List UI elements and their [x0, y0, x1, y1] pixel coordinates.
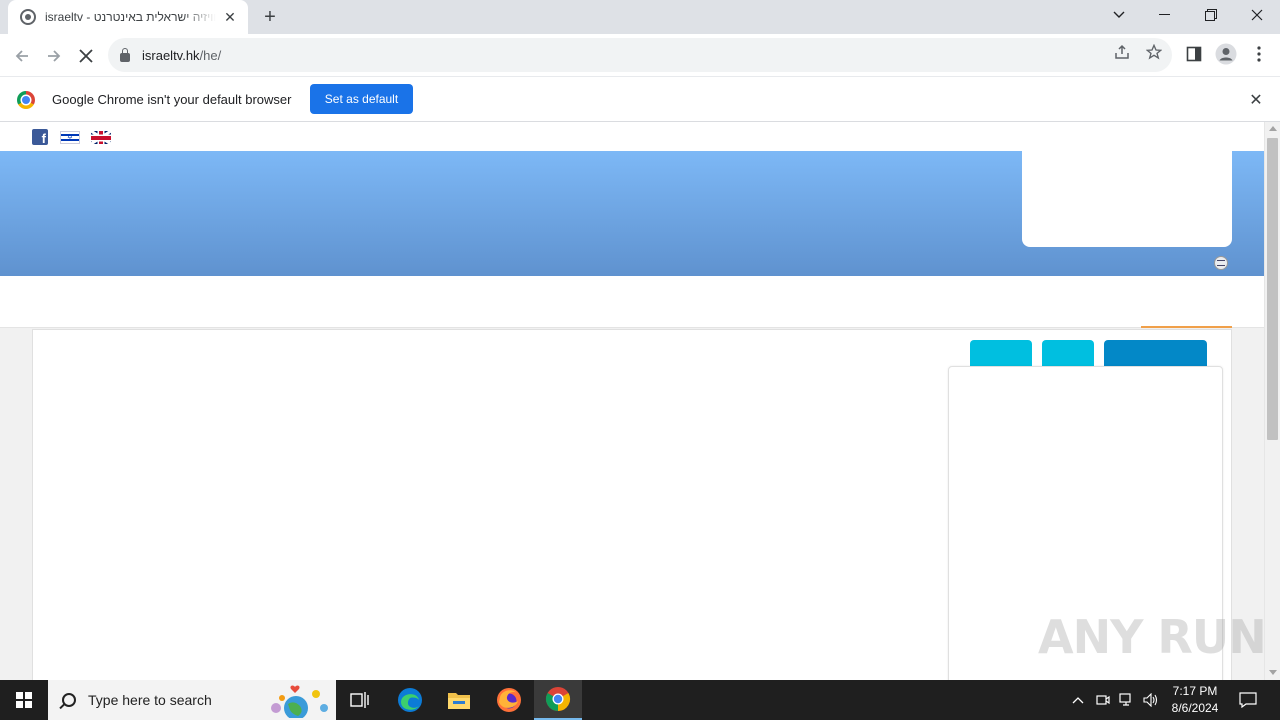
chrome-logo-icon — [17, 91, 35, 109]
tab-close-icon[interactable]: ✕ — [222, 9, 238, 25]
page-top-strip: f — [0, 122, 1264, 151]
address-bar[interactable]: israeltv.hk/he/ — [108, 38, 1172, 72]
scrollbar-thumb[interactable] — [1267, 138, 1278, 440]
anyrun-watermark: ANY RUN — [1038, 610, 1267, 664]
close-window-button[interactable] — [1234, 0, 1280, 30]
volume-icon[interactable] — [1141, 680, 1161, 720]
side-panel-icon[interactable] — [1182, 42, 1206, 66]
tab-strip: israeltv - טלוויזיה ישראלית באינטרנט ✕ + — [0, 0, 1280, 34]
default-browser-infobar: Google Chrome isn't your default browser… — [0, 76, 1280, 122]
active-nav-indicator — [1141, 326, 1232, 328]
taskbar-clock[interactable]: 7:17 PM 8/6/2024 — [1164, 683, 1226, 717]
back-button[interactable] — [8, 42, 36, 70]
search-icon — [62, 693, 76, 707]
browser-tab[interactable]: israeltv - טלוויזיה ישראלית באינטרנט ✕ — [8, 0, 248, 34]
url-text[interactable]: israeltv.hk/he/ — [142, 48, 221, 63]
page-scrollbar[interactable] — [1264, 122, 1280, 680]
meet-now-icon[interactable] — [1093, 680, 1113, 720]
content-tab-3[interactable] — [1104, 340, 1207, 368]
minimize-button[interactable] — [1142, 0, 1188, 30]
firefox-app-icon[interactable] — [485, 680, 533, 720]
content-tab-2[interactable] — [1042, 340, 1094, 368]
share-icon[interactable] — [1113, 43, 1131, 61]
chrome-app-icon[interactable] — [534, 680, 582, 720]
set-as-default-button[interactable]: Set as default — [310, 84, 413, 114]
hebrew-flag-icon[interactable] — [60, 131, 80, 144]
page-viewport: f — [0, 122, 1264, 680]
english-flag-icon[interactable] — [91, 131, 111, 144]
site-favicon-icon — [20, 9, 36, 25]
search-highlight-icon — [271, 685, 328, 718]
tray-chevron-up-icon[interactable] — [1068, 680, 1088, 720]
search-placeholder: Type here to search — [88, 692, 212, 708]
start-button[interactable] — [0, 680, 48, 720]
infobar-message: Google Chrome isn't your default browser — [52, 92, 292, 107]
windows-taskbar: Type here to search 7:17 PM 8/6/2024 — [0, 680, 1280, 720]
new-tab-button[interactable]: + — [258, 5, 282, 29]
forward-button[interactable] — [40, 42, 68, 70]
tab-search-icon[interactable] — [1096, 0, 1142, 30]
header-banner — [0, 151, 1264, 276]
lock-icon[interactable] — [120, 47, 130, 62]
scroll-up-icon[interactable] — [1269, 126, 1277, 131]
browser-toolbar: israeltv.hk/he/ — [0, 34, 1280, 76]
infobar-close-icon[interactable]: ✕ — [1246, 90, 1266, 110]
navigation-bar — [0, 276, 1264, 328]
bookmark-star-icon[interactable] — [1145, 43, 1163, 61]
edge-app-icon[interactable] — [386, 680, 434, 720]
stop-loading-button[interactable] — [72, 42, 100, 70]
task-view-button[interactable] — [336, 680, 384, 720]
content-tab-1[interactable] — [970, 340, 1032, 368]
clock-time: 7:17 PM — [1172, 684, 1218, 698]
clock-date: 8/6/2024 — [1171, 701, 1219, 715]
banner-logo-box — [1022, 151, 1232, 247]
profile-avatar-icon[interactable] — [1214, 42, 1238, 66]
notification-center-icon[interactable] — [1230, 680, 1266, 720]
taskbar-search[interactable]: Type here to search — [48, 680, 336, 720]
file-explorer-icon[interactable] — [435, 680, 483, 720]
windows-logo-icon — [16, 692, 32, 708]
network-icon[interactable] — [1117, 680, 1137, 720]
language-flag-icon[interactable] — [1214, 256, 1228, 270]
facebook-icon[interactable]: f — [32, 129, 48, 145]
scroll-down-icon[interactable] — [1269, 670, 1277, 675]
menu-kebab-icon[interactable] — [1247, 42, 1271, 66]
restore-button[interactable] — [1188, 0, 1234, 30]
tab-title: israeltv - טלוויזיה ישראלית באינטרנט — [45, 10, 216, 24]
